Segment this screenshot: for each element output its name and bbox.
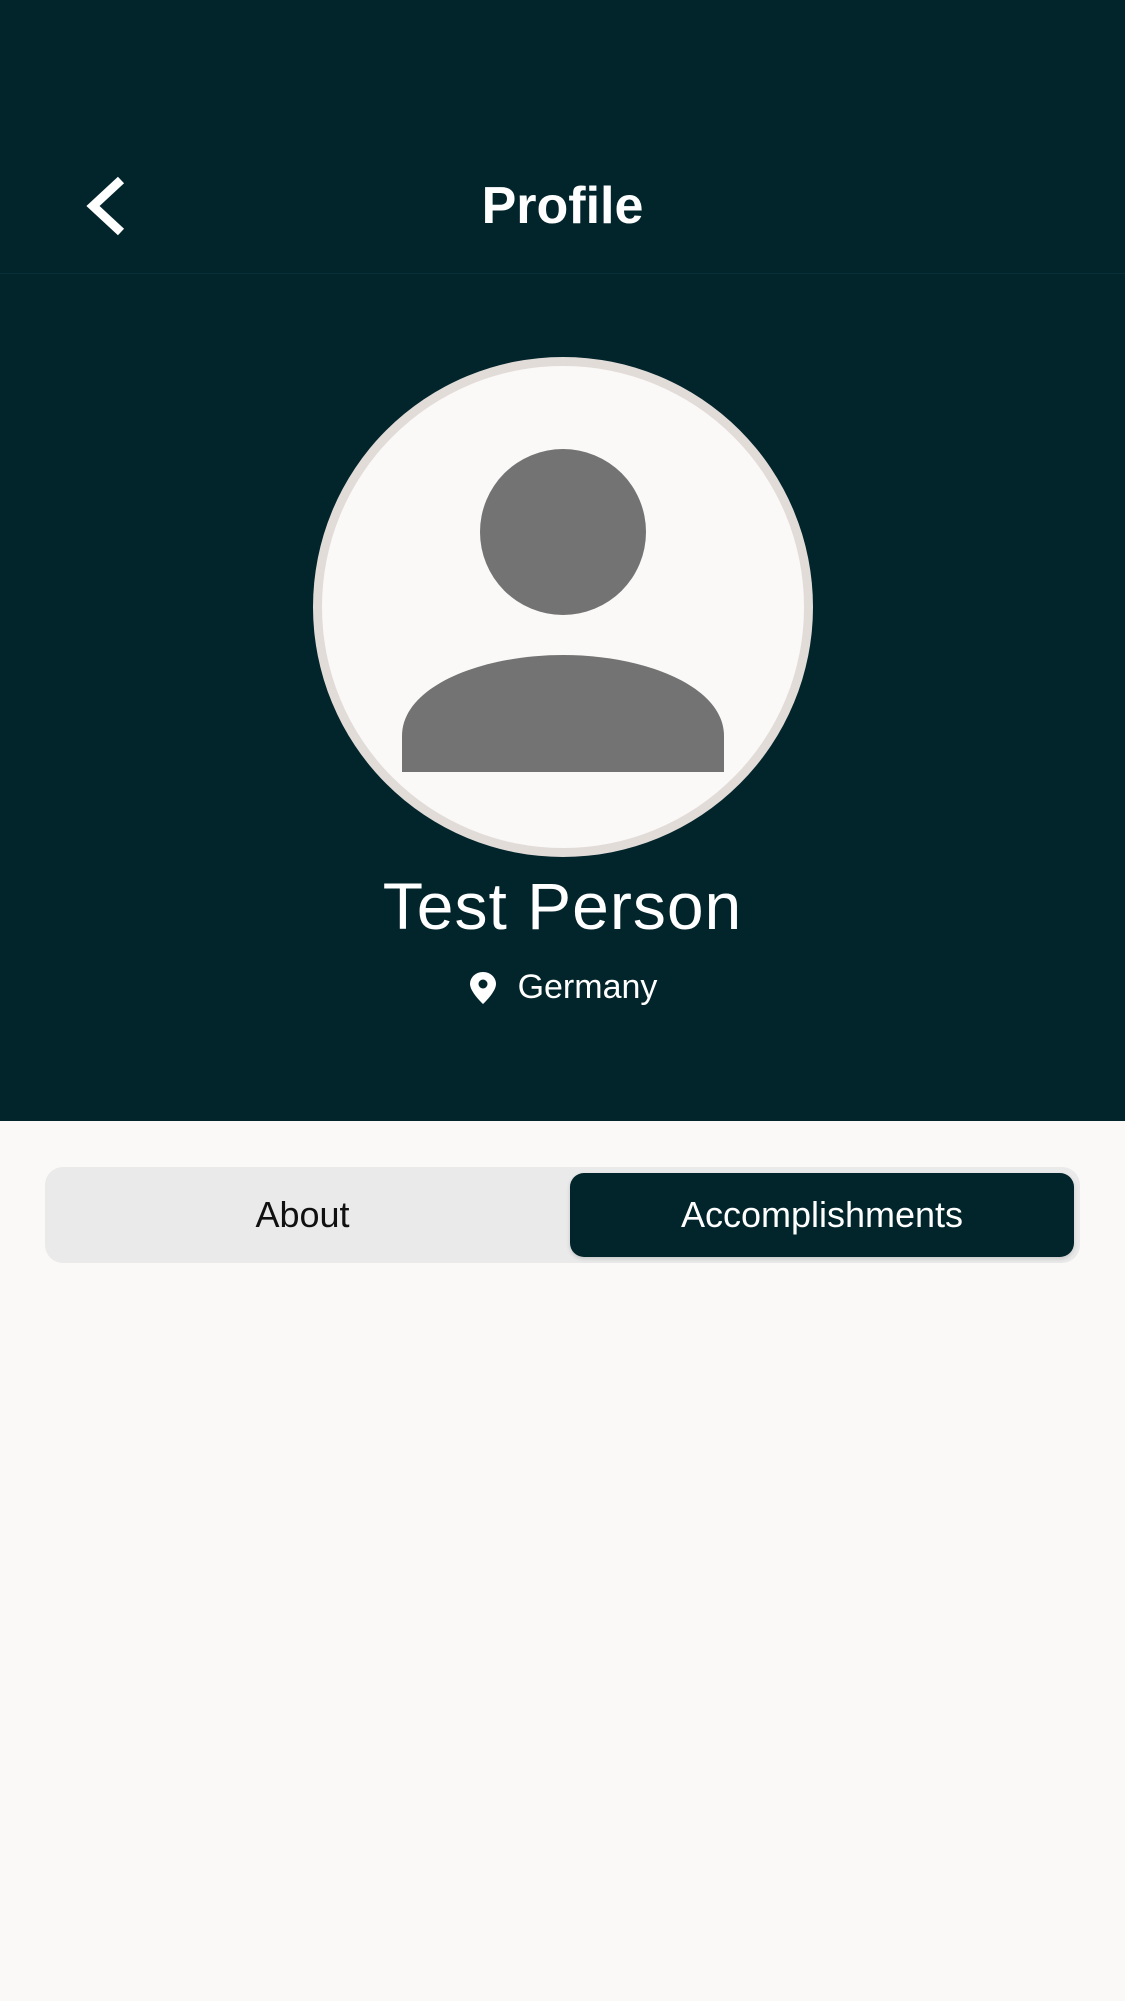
avatar-image <box>322 366 804 848</box>
page-title: Profile <box>481 177 644 235</box>
profile-hero: Profile Test Person Germany <box>0 0 1125 1121</box>
tab-about[interactable]: About <box>45 1167 560 1263</box>
profile-name: Test Person <box>382 869 743 943</box>
profile-tabs: About Accomplishments <box>45 1167 1080 1263</box>
location-label: Germany <box>517 968 658 1006</box>
avatar <box>313 357 813 857</box>
tab-accomplishments[interactable]: Accomplishments <box>570 1173 1074 1257</box>
profile-location: Germany <box>0 968 1125 1007</box>
tab-content <box>0 1280 1125 2001</box>
top-app-bar: Profile <box>0 0 1125 274</box>
person-placeholder-icon <box>402 449 724 772</box>
map-pin-icon <box>469 971 496 1004</box>
